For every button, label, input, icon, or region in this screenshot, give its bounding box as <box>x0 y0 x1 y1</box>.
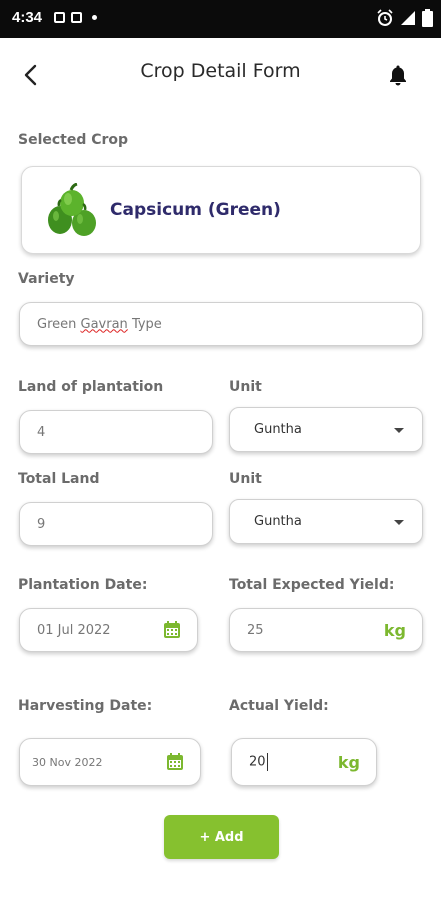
total-land-label: Total Land <box>18 471 100 487</box>
dropdown-caret-icon <box>394 427 404 433</box>
status-time: 4:34 <box>12 9 43 26</box>
page-title: Crop Detail Form <box>140 60 301 82</box>
notification-icon <box>54 12 65 23</box>
total-expected-yield-label: Total Expected Yield: <box>229 577 395 593</box>
unit-label-2: Unit <box>229 471 262 487</box>
alarm-icon <box>377 9 393 26</box>
unit-select-1[interactable]: Guntha <box>229 407 423 452</box>
misspelled-word: Gavran <box>80 316 128 332</box>
total-expected-yield-input[interactable]: 25 kg <box>229 608 423 652</box>
dropdown-caret-icon <box>394 519 404 525</box>
status-system-icons <box>376 9 433 27</box>
crop-name: Capsicum (Green) <box>110 200 281 220</box>
unit-select-2-value: Guntha <box>254 514 302 529</box>
harvesting-date-picker[interactable]: 30 Nov 2022 <box>19 738 201 786</box>
selected-crop-label: Selected Crop <box>18 132 129 148</box>
battery-icon <box>422 9 433 27</box>
land-of-plantation-input[interactable]: 4 <box>19 410 213 454</box>
bell-icon <box>390 65 406 86</box>
calendar-icon <box>164 621 180 638</box>
app-header: Crop Detail Form <box>0 38 441 112</box>
plantation-date-label: Plantation Date: <box>18 577 148 593</box>
total-land-input[interactable]: 9 <box>19 502 213 546</box>
variety-label: Variety <box>18 271 75 287</box>
dot-icon <box>92 15 97 20</box>
text-cursor <box>266 753 268 771</box>
actual-yield-input[interactable]: 20 kg <box>231 738 377 786</box>
notifications-button[interactable] <box>383 60 413 90</box>
unit-label-1: Unit <box>229 379 262 395</box>
total-land-value: 9 <box>37 516 46 532</box>
actual-yield-unit: kg <box>337 752 360 772</box>
selected-crop-card[interactable]: Capsicum (Green) <box>21 166 421 254</box>
notification-icon <box>71 12 82 23</box>
land-of-plantation-value: 4 <box>37 424 46 440</box>
total-expected-yield-unit: kg <box>383 620 406 640</box>
calendar-icon <box>167 753 183 770</box>
harvesting-date-label: Harvesting Date: <box>18 698 153 714</box>
variety-input[interactable]: Green Gavran Type <box>19 302 423 346</box>
variety-value: Green Gavran Type <box>37 316 162 332</box>
actual-yield-label: Actual Yield: <box>229 698 329 714</box>
signal-icon <box>401 11 415 25</box>
plantation-date-picker[interactable]: 01 Jul 2022 <box>19 608 198 652</box>
unit-select-2[interactable]: Guntha <box>229 499 423 544</box>
capsicum-image <box>48 183 96 236</box>
unit-select-1-value: Guntha <box>254 422 302 437</box>
status-bar: 4:34 <box>0 0 441 38</box>
status-notification-icons <box>54 12 97 23</box>
add-button[interactable]: + Add <box>164 815 279 859</box>
land-of-plantation-label: Land of plantation <box>18 379 164 395</box>
